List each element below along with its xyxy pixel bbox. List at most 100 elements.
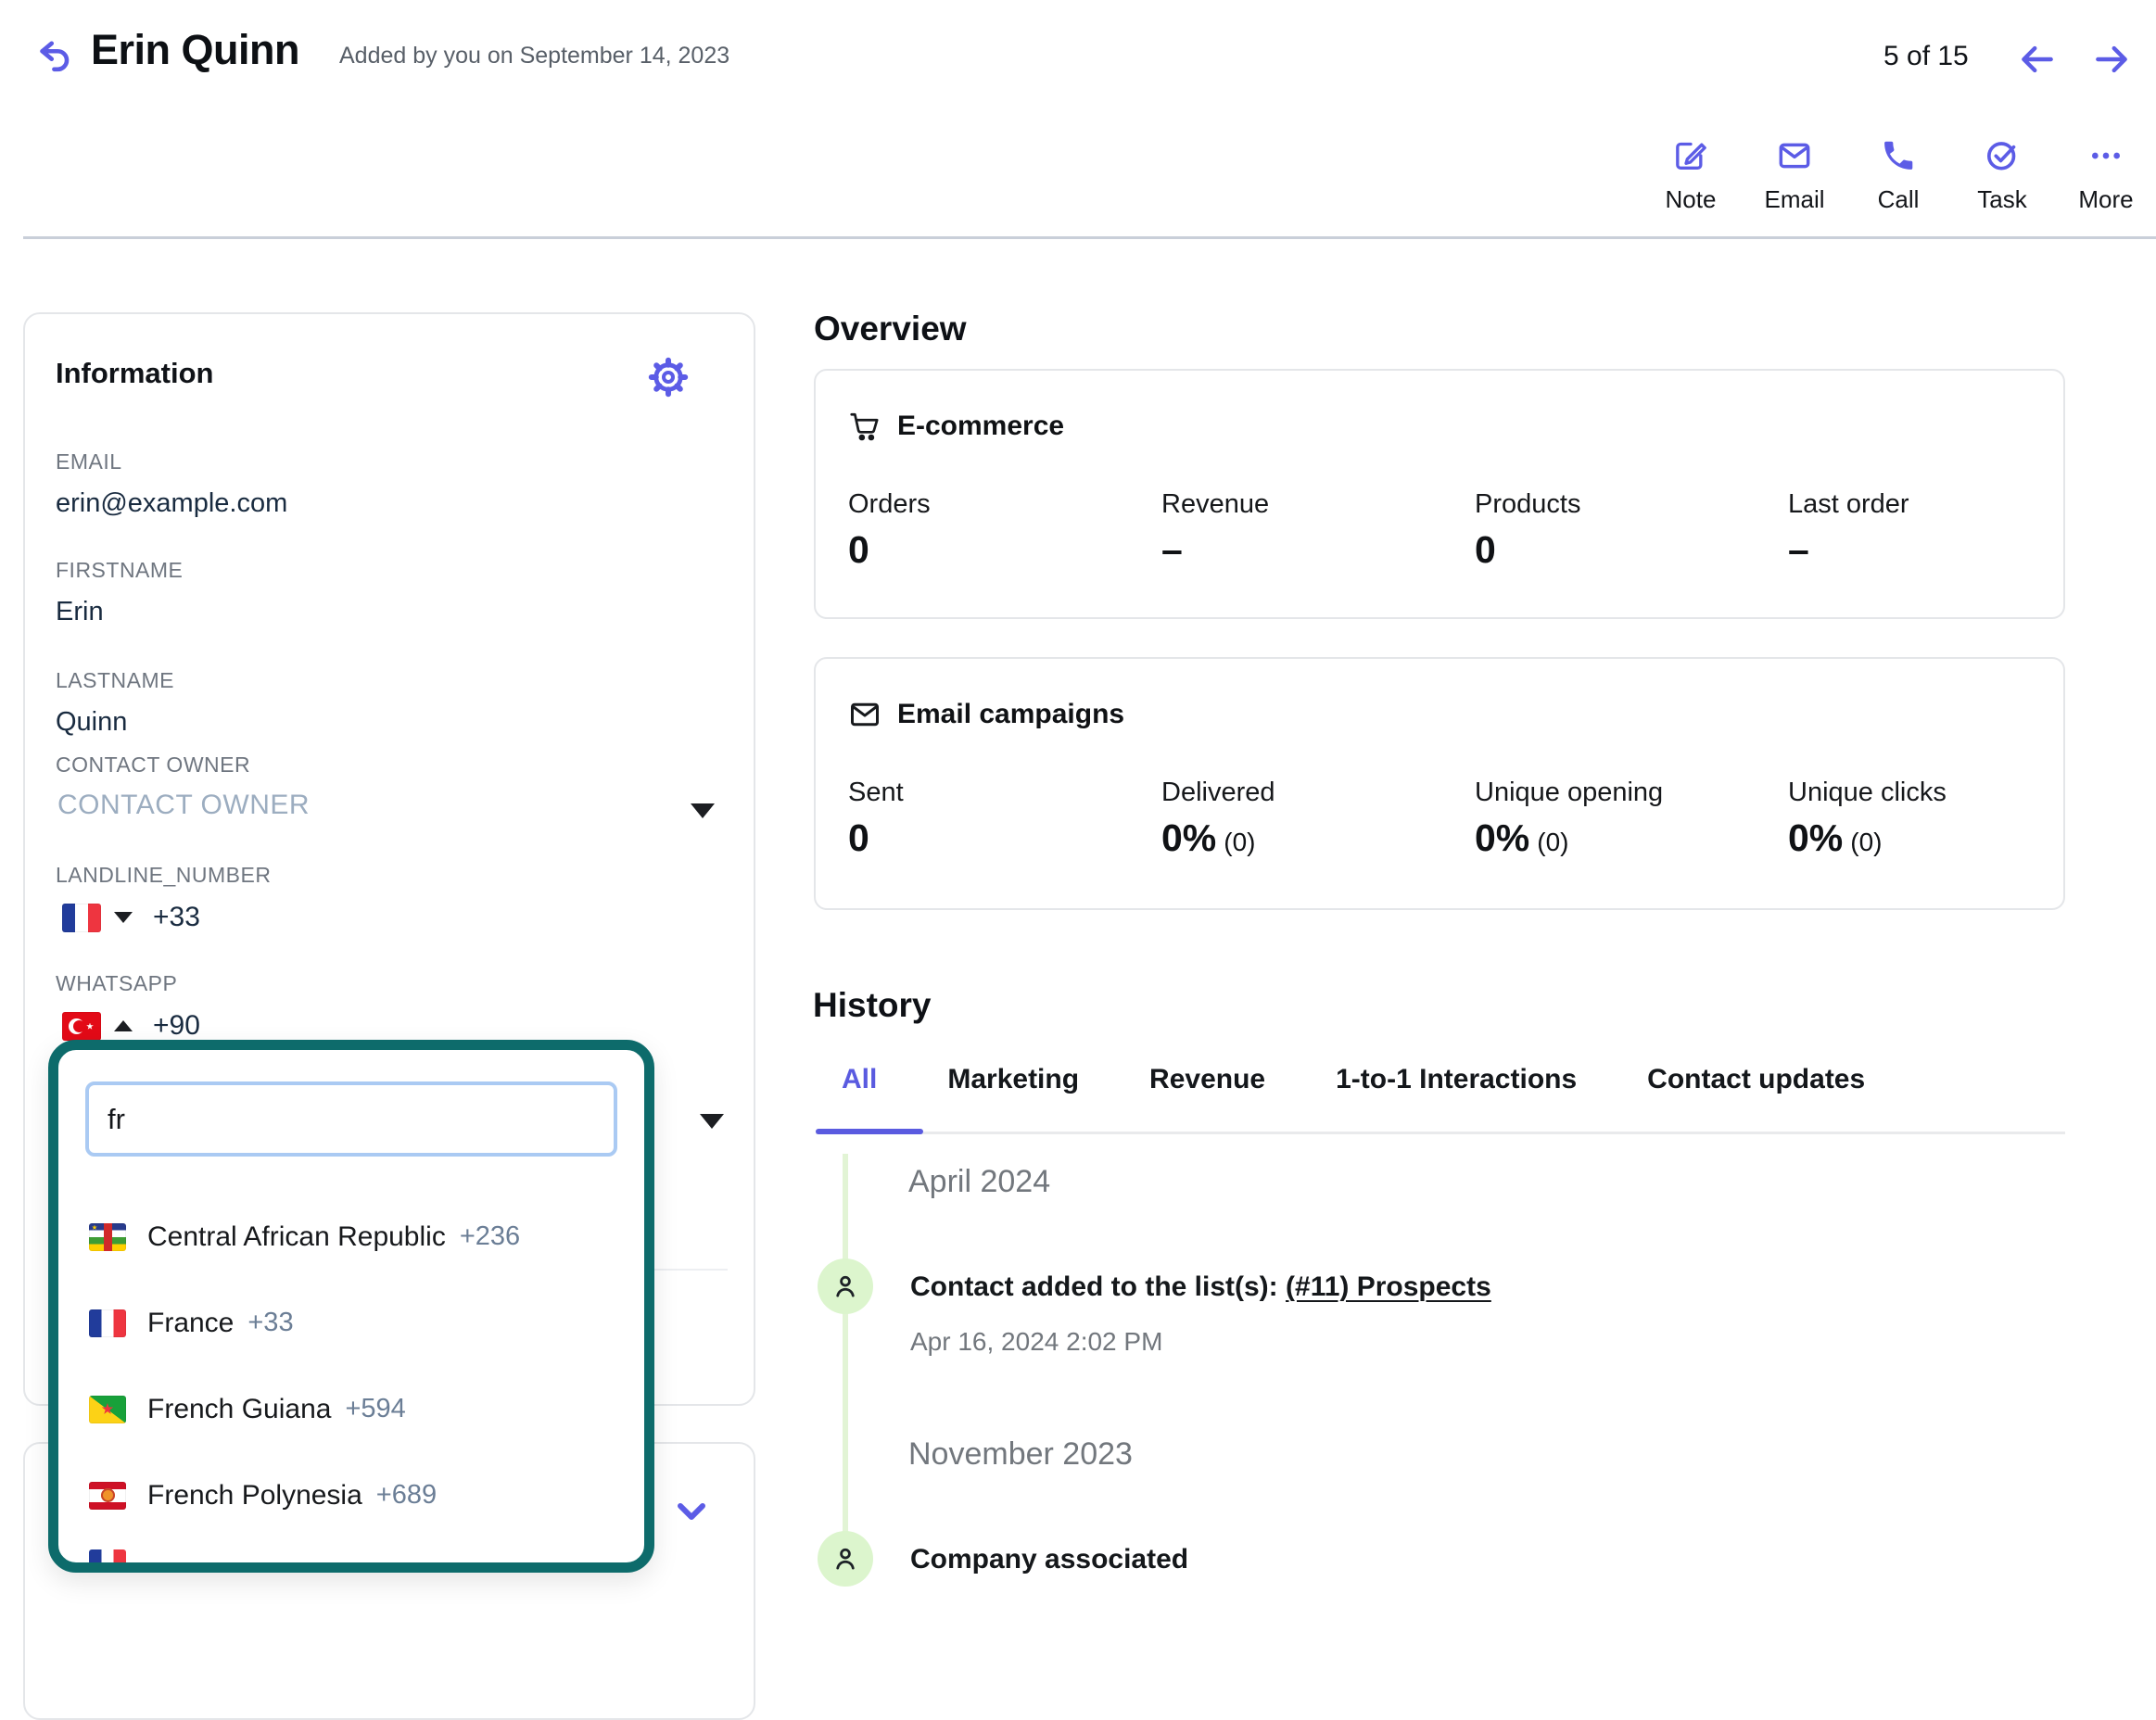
timeline-event-icon [818,1258,873,1314]
tab-revenue[interactable]: Revenue [1149,1064,1265,1095]
stat-suffix: (0) [1537,828,1568,856]
arrow-right-icon [2091,39,2132,80]
page-subtitle: Added by you on September 14, 2023 [339,43,729,70]
stat-label: Delivered [1161,778,1467,808]
country-option-name: French Polynesia [147,1480,362,1511]
country-option-french-guiana[interactable]: French Guiana +594 [58,1366,644,1452]
more-button[interactable]: More [2054,137,2156,214]
tabs-baseline [816,1132,2065,1134]
stat-suffix: (0) [1224,828,1255,856]
country-option-france[interactable]: France +33 [58,1280,644,1366]
stat-label: Unique opening [1475,778,1781,808]
email-campaigns-card: Email campaigns Sent 0 Delivered 0%(0) U… [814,657,2065,910]
firstname-field-value: Erin [56,597,104,627]
landline-country-select[interactable]: +33 [62,902,200,933]
french-polynesia-flag-icon [89,1482,126,1510]
country-option-central-african-republic[interactable]: Central African Republic +236 [58,1194,644,1280]
expand-section-button[interactable] [669,1488,714,1533]
stat-label: Sent [848,778,1154,808]
check-circle-icon [1984,137,2021,174]
central-african-republic-flag-icon [89,1223,126,1251]
call-label: Call [1878,185,1920,214]
email-stat-unique-clicks: Unique clicks 0%(0) [1788,778,2094,860]
whatsapp-dial-code: +90 [153,1010,200,1042]
email-stat-sent: Sent 0 [848,778,1154,860]
ecommerce-stat-orders: Orders 0 [848,489,1154,572]
country-option-dial-code: +33 [247,1308,293,1338]
note-label: Note [1666,185,1717,214]
contact-owner-placeholder: CONTACT OWNER [57,790,310,820]
email-button[interactable]: Email [1743,137,1846,214]
tab-contact-updates[interactable]: Contact updates [1647,1064,1865,1095]
history-title: History [813,986,931,1025]
email-stat-unique-opening: Unique opening 0%(0) [1475,778,1781,860]
pagination-label: 5 of 15 [1883,41,1969,72]
stat-value: 0 [1475,528,1496,571]
call-button[interactable]: Call [1846,137,1950,214]
stat-value: 0% [1161,816,1216,859]
email-label: Email [1764,185,1824,214]
ecommerce-stat-products: Products 0 [1475,489,1781,572]
email-campaigns-card-title: Email campaigns [897,699,1124,730]
email-stat-delivered: Delivered 0% (0) [1161,778,1467,860]
partial-flag-icon [89,1549,126,1573]
back-button[interactable] [33,35,76,78]
country-code-dropdown: Central African Republic +236 France +33… [48,1040,654,1573]
overview-title: Overview [814,310,967,348]
stat-label: Products [1475,489,1781,520]
stat-label: Orders [848,489,1154,520]
stat-value: 0 [848,528,869,571]
ellipsis-icon [2087,137,2124,174]
whatsapp-caret-up-icon [114,1020,133,1031]
header-divider [23,236,2156,239]
stat-label: Revenue [1161,489,1467,520]
stat-suffix: (0) [1850,828,1882,856]
note-pencil-icon [1672,137,1709,174]
country-option-french-polynesia[interactable]: French Polynesia +689 [58,1452,644,1538]
contact-owner-select[interactable]: CONTACT OWNER [57,790,748,836]
person-icon [831,1544,860,1574]
undo-arrow-icon [33,35,76,78]
turkey-flag-icon [62,1012,101,1041]
country-options-list: Central African Republic +236 France +33… [58,1194,644,1538]
stat-value: – [1161,528,1183,571]
arrow-left-icon [2017,39,2058,80]
information-settings-button[interactable] [646,355,691,399]
stat-value: – [1788,528,1809,571]
tab-all[interactable]: All [842,1064,877,1095]
task-button[interactable]: Task [1950,137,2054,214]
prospects-list-link[interactable]: (#11) Prospects [1286,1271,1491,1302]
contact-owner-field-label: CONTACT OWNER [56,752,250,778]
country-option-name: Central African Republic [147,1221,446,1253]
france-flag-icon [62,904,101,932]
event-text: Contact added to the list(s): [910,1271,1278,1302]
country-search-input[interactable] [85,1081,617,1157]
previous-contact-button[interactable] [2017,39,2058,76]
country-option-dial-code: +594 [345,1394,405,1424]
timeline-event-title: Company associated [910,1544,1188,1575]
french-guiana-flag-icon [89,1396,126,1423]
note-button[interactable]: Note [1639,137,1743,214]
landline-dial-code: +33 [153,902,200,933]
landline-field-label: LANDLINE_NUMBER [56,863,271,888]
landline-caret-down-icon [114,912,133,923]
background-select-caret-icon[interactable] [700,1114,724,1129]
next-contact-button[interactable] [2091,39,2132,76]
email-field-label: EMAIL [56,449,122,474]
task-label: Task [1977,185,2026,214]
ecommerce-stat-revenue: Revenue – [1161,489,1467,572]
timeline-event-timestamp: Apr 16, 2024 2:02 PM [910,1327,1162,1357]
tab-marketing[interactable]: Marketing [947,1064,1079,1095]
information-title: Information [56,357,214,390]
lastname-field-label: LASTNAME [56,668,174,693]
whatsapp-country-select[interactable]: +90 [62,1010,200,1042]
ecommerce-card-title: E-commerce [897,411,1064,442]
shopping-cart-icon [848,410,881,443]
stat-value: 0% [1788,816,1843,859]
envelope-icon [848,698,881,731]
tab-1-to-1-interactions[interactable]: 1-to-1 Interactions [1336,1064,1577,1095]
contact-owner-caret-icon[interactable] [691,803,715,818]
gear-icon [646,355,691,399]
timeline-event-title: Contact added to the list(s): (#11) Pros… [910,1271,1491,1303]
timeline-month-april-2024: April 2024 [908,1164,1050,1200]
